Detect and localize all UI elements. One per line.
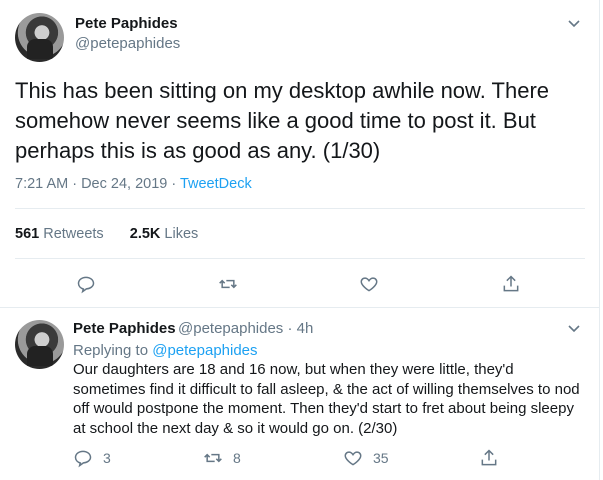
like-button[interactable]: 35 xyxy=(343,448,389,468)
reply-button[interactable] xyxy=(76,274,96,294)
author-name[interactable]: Pete Paphides xyxy=(73,320,176,337)
reply-tweet[interactable]: Pete Paphides @petepaphides · 4h Replyin… xyxy=(0,308,600,480)
divider xyxy=(15,208,585,209)
timestamp[interactable]: 7:21 AM · Dec 24, 2019 · xyxy=(15,176,180,192)
likes-count: 2.5K xyxy=(129,226,161,242)
retweet-icon xyxy=(204,453,222,463)
avatar[interactable] xyxy=(15,320,64,369)
replying-prefix: Replying to xyxy=(73,342,153,359)
replying-to-link[interactable]: @petepaphides xyxy=(152,342,257,359)
tweet-text: Our daughters are 18 and 16 now, but whe… xyxy=(73,361,580,437)
like-button[interactable] xyxy=(359,274,379,294)
tweet-text: This has been sitting on my desktop awhi… xyxy=(15,78,550,163)
likes-label: Likes xyxy=(164,226,199,242)
likes-stat[interactable]: 2.5K Likes xyxy=(130,226,199,242)
source-link[interactable]: TweetDeck xyxy=(180,176,252,192)
divider xyxy=(15,258,585,259)
chevron-down-icon[interactable] xyxy=(567,322,581,336)
retweets-stat[interactable]: 561 Retweets xyxy=(15,226,104,242)
replying-to: Replying to @petepaphides xyxy=(73,342,258,359)
reply-icon xyxy=(77,276,95,294)
author-handle: @petepaphides · 4h xyxy=(178,320,313,337)
retweet-count: 8 xyxy=(233,450,241,466)
engagement-stats: 561 Retweets 2.5K Likes xyxy=(15,226,198,242)
retweet-icon xyxy=(219,279,237,289)
retweets-count: 561 xyxy=(15,226,40,242)
reply-button[interactable]: 3 xyxy=(73,448,111,468)
tweet-meta: 7:21 AM · Dec 24, 2019 · TweetDeck xyxy=(15,176,252,192)
retweets-label: Retweets xyxy=(43,226,104,242)
author-name[interactable]: Pete Paphides xyxy=(75,15,178,32)
share-icon xyxy=(481,449,497,466)
share-icon xyxy=(503,275,519,292)
like-count: 35 xyxy=(373,450,389,466)
avatar[interactable] xyxy=(15,13,64,62)
reply-icon xyxy=(74,450,92,468)
chevron-down-icon[interactable] xyxy=(567,17,581,31)
reply-count: 3 xyxy=(103,450,111,466)
retweet-button[interactable] xyxy=(218,274,238,294)
main-tweet: Pete Paphides @petepaphides This has bee… xyxy=(0,0,600,308)
share-button[interactable] xyxy=(479,448,499,468)
retweet-button[interactable]: 8 xyxy=(203,448,241,468)
like-icon xyxy=(360,277,378,292)
author-handle[interactable]: @petepaphides xyxy=(75,35,180,52)
share-button[interactable] xyxy=(501,274,521,294)
like-icon xyxy=(344,451,362,466)
author-handle-text[interactable]: @petepaphides xyxy=(178,320,283,337)
time-ago[interactable]: · 4h xyxy=(287,320,313,337)
